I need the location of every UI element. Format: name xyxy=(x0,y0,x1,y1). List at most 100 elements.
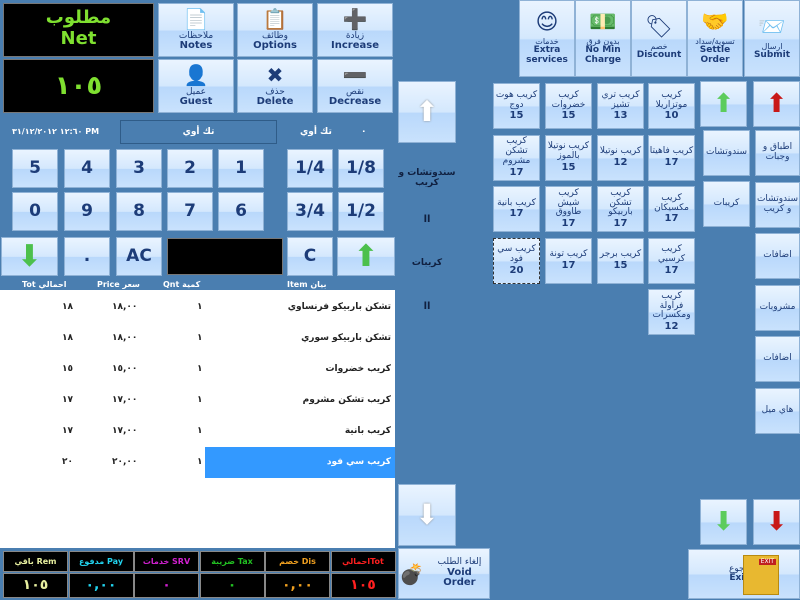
category-button[interactable]: اضافات xyxy=(755,233,800,279)
void-order-button[interactable]: 💣 إلغاء الطلب Void Order xyxy=(398,548,490,599)
menu-item[interactable]: كريب تشكن باربيكو 17 xyxy=(597,186,644,232)
no-min-charge-button[interactable]: 💵 بدون فرق No Min Charge xyxy=(575,0,631,77)
menu-item[interactable]: كريب بانية 17 xyxy=(493,186,540,232)
subcategory-down-button[interactable]: ⬇ xyxy=(700,499,747,545)
top-button-label-en: Settle Order xyxy=(699,45,731,65)
key-fraction[interactable]: 1/8 xyxy=(338,149,384,188)
decrease-button[interactable]: ➖ نقص Decrease xyxy=(317,59,393,113)
category-button[interactable]: مشروبات xyxy=(755,284,800,331)
menu-item[interactable]: كريب تشكن مشروم 17 xyxy=(493,134,540,181)
category-button[interactable]: هاي ميل xyxy=(755,387,800,434)
scroll-up-button[interactable]: ⬆ xyxy=(337,237,395,276)
menu-item-price: 20 xyxy=(509,264,524,276)
order-items-list[interactable]: ١٨ ١٨,٠٠ ١ تشكن باربيكو فرنساوي ١٨ ١٨,٠٠ ١ تشكن… xyxy=(0,290,395,548)
total-value: ١٠٥ xyxy=(3,573,68,598)
key-3[interactable]: 3 xyxy=(116,149,162,188)
total-label: احماليTot xyxy=(330,551,396,572)
scroll-down-button[interactable]: ⬇ xyxy=(1,237,58,276)
subcategory-button[interactable]: سندوتشات xyxy=(703,130,750,176)
table-row[interactable]: ١٧ ١٧,٠٠ ١ كريب تشكن مشروم xyxy=(0,385,395,416)
customer-box: تك أوي xyxy=(120,120,277,144)
category-up-button[interactable]: ⬆ xyxy=(753,81,800,127)
menu-item-name: كريب شيش طاووق xyxy=(555,187,582,218)
guest-button[interactable]: 👤 عميل Guest xyxy=(158,59,234,113)
menu-item[interactable]: كريب شيش طاووق 17 xyxy=(545,186,592,232)
delete-x-icon: ✖ xyxy=(266,62,284,87)
total-label: ضريبة Tax xyxy=(199,551,265,572)
cell-qnt: ١ xyxy=(197,426,203,436)
key-7[interactable]: 7 xyxy=(167,192,213,231)
menu-item[interactable]: كريب خضروات 15 xyxy=(545,83,592,129)
cell-price: ١٧,٠٠ xyxy=(112,426,138,436)
keypad-display xyxy=(167,238,283,275)
extra-services-button[interactable]: 😊 خدمات Extra services xyxy=(519,0,575,77)
menu-item-name: كريب نوتيلا xyxy=(599,146,642,157)
green-down-arrow-icon: ⬇ xyxy=(712,507,735,537)
table-row[interactable]: ١٨ ١٨,٠٠ ١ تشكن باربيكو فرنساوي xyxy=(0,292,395,323)
notes-button[interactable]: 📄 ملاحظات Notes xyxy=(158,3,234,57)
settle-order-button[interactable]: 🤝 تسوية/سداد Settle Order xyxy=(687,0,743,77)
menu-item[interactable]: كريب برجر 15 xyxy=(597,237,644,284)
cell-price: ١٨,٠٠ xyxy=(112,302,138,312)
table-row[interactable]: ١٥ ١٥,٠٠ ١ كريب خضروات xyxy=(0,354,395,385)
guest-label-en: Guest xyxy=(179,95,213,107)
key-5[interactable]: 5 xyxy=(12,149,58,188)
key-4[interactable]: 4 xyxy=(64,149,110,188)
key-fraction[interactable]: 1/2 xyxy=(338,192,384,231)
green-up-arrow-icon: ⬆ xyxy=(712,89,735,119)
category-down-button[interactable]: ⬇ xyxy=(753,499,800,545)
menu-item[interactable]: كريب سي فود 20 xyxy=(493,237,540,284)
key-6[interactable]: 6 xyxy=(218,192,264,231)
menu-item[interactable]: كريب مكسيكان 17 xyxy=(648,186,695,232)
menu-item[interactable]: كريب نوتيلا 12 xyxy=(597,134,644,181)
key-2[interactable]: 2 xyxy=(167,149,213,188)
plus-icon: ➕ xyxy=(342,6,368,31)
key-0[interactable]: 0 xyxy=(12,192,58,231)
path-down-button[interactable]: ⬇ xyxy=(398,484,456,546)
key-dot[interactable]: . xyxy=(64,237,110,276)
menu-item[interactable]: كريب نوتيلا بالموز 15 xyxy=(545,134,592,181)
net-label-ar: مطلوب xyxy=(45,7,112,28)
cell-item: كريب سي فود xyxy=(326,457,391,467)
subcategory-up-button[interactable]: ⬆ xyxy=(700,81,747,127)
path-up-button[interactable]: ⬆ xyxy=(398,81,456,143)
key-c[interactable]: C xyxy=(287,237,333,276)
money-icon: 💵 xyxy=(589,9,617,35)
key-8[interactable]: 8 xyxy=(116,192,162,231)
subcategory-button[interactable]: كريبات xyxy=(703,181,750,227)
menu-item[interactable]: كريب هوت دوج 15 xyxy=(493,83,540,129)
menu-item-price: 12 xyxy=(613,156,628,168)
category-button[interactable]: اطباق و وجبات xyxy=(755,130,800,176)
menu-item[interactable]: كريب تري تشيز 13 xyxy=(597,83,644,129)
cell-price: ١٧,٠٠ xyxy=(112,395,138,405)
key-ac[interactable]: AC xyxy=(116,237,162,276)
submit-button[interactable]: 📨 ارسال Submit xyxy=(744,0,800,77)
key-fraction[interactable]: 3/4 xyxy=(287,192,333,231)
table-row[interactable]: ١٨ ١٨,٠٠ ١ تشكن باربيكو سوري xyxy=(0,323,395,354)
category-button[interactable]: سندوتشات و كريب xyxy=(755,181,800,228)
down-arrow-icon: ⬇ xyxy=(415,498,439,531)
category-button[interactable]: اضافات xyxy=(755,336,800,382)
total-label: خدمات SRV xyxy=(134,551,199,572)
void-order-label-en: Void Order xyxy=(443,566,476,589)
menu-item-price: 15 xyxy=(509,110,524,122)
cell-tot: ١٧ xyxy=(62,426,73,436)
key-fraction[interactable]: 1/4 xyxy=(287,149,333,188)
table-row[interactable]: ٢٠ ٢٠,٠٠ ١ كريب سي فود xyxy=(0,447,395,478)
menu-item[interactable]: كريب فاهيتا 17 xyxy=(648,134,695,181)
menu-item-price: 15 xyxy=(561,161,576,173)
exit-button[interactable]: رجوع Exit EXIT xyxy=(688,549,800,599)
table-row[interactable]: ١٧ ١٧,٠٠ ١ كريب بانية xyxy=(0,416,395,447)
key-9[interactable]: 9 xyxy=(64,192,110,231)
delete-button[interactable]: ✖ حذف Delete xyxy=(237,59,313,113)
options-button[interactable]: 📋 وظائف Options xyxy=(237,3,313,57)
increase-button[interactable]: ➕ زيادة Increase xyxy=(317,3,393,57)
menu-item[interactable]: كريب تونة 17 xyxy=(545,237,592,284)
menu-item[interactable]: كريب موتزاريلا 10 xyxy=(648,83,695,129)
guest-icon: 👤 xyxy=(183,62,209,87)
menu-item[interactable]: كريب كرسبي 17 xyxy=(648,237,695,284)
key-1[interactable]: 1 xyxy=(218,149,264,188)
menu-item[interactable]: كريب فراولة ومكسرات 12 xyxy=(648,289,695,335)
discount-button[interactable]: 🏷 خصم Discount xyxy=(631,0,687,77)
cell-qnt: ١ xyxy=(197,395,203,405)
